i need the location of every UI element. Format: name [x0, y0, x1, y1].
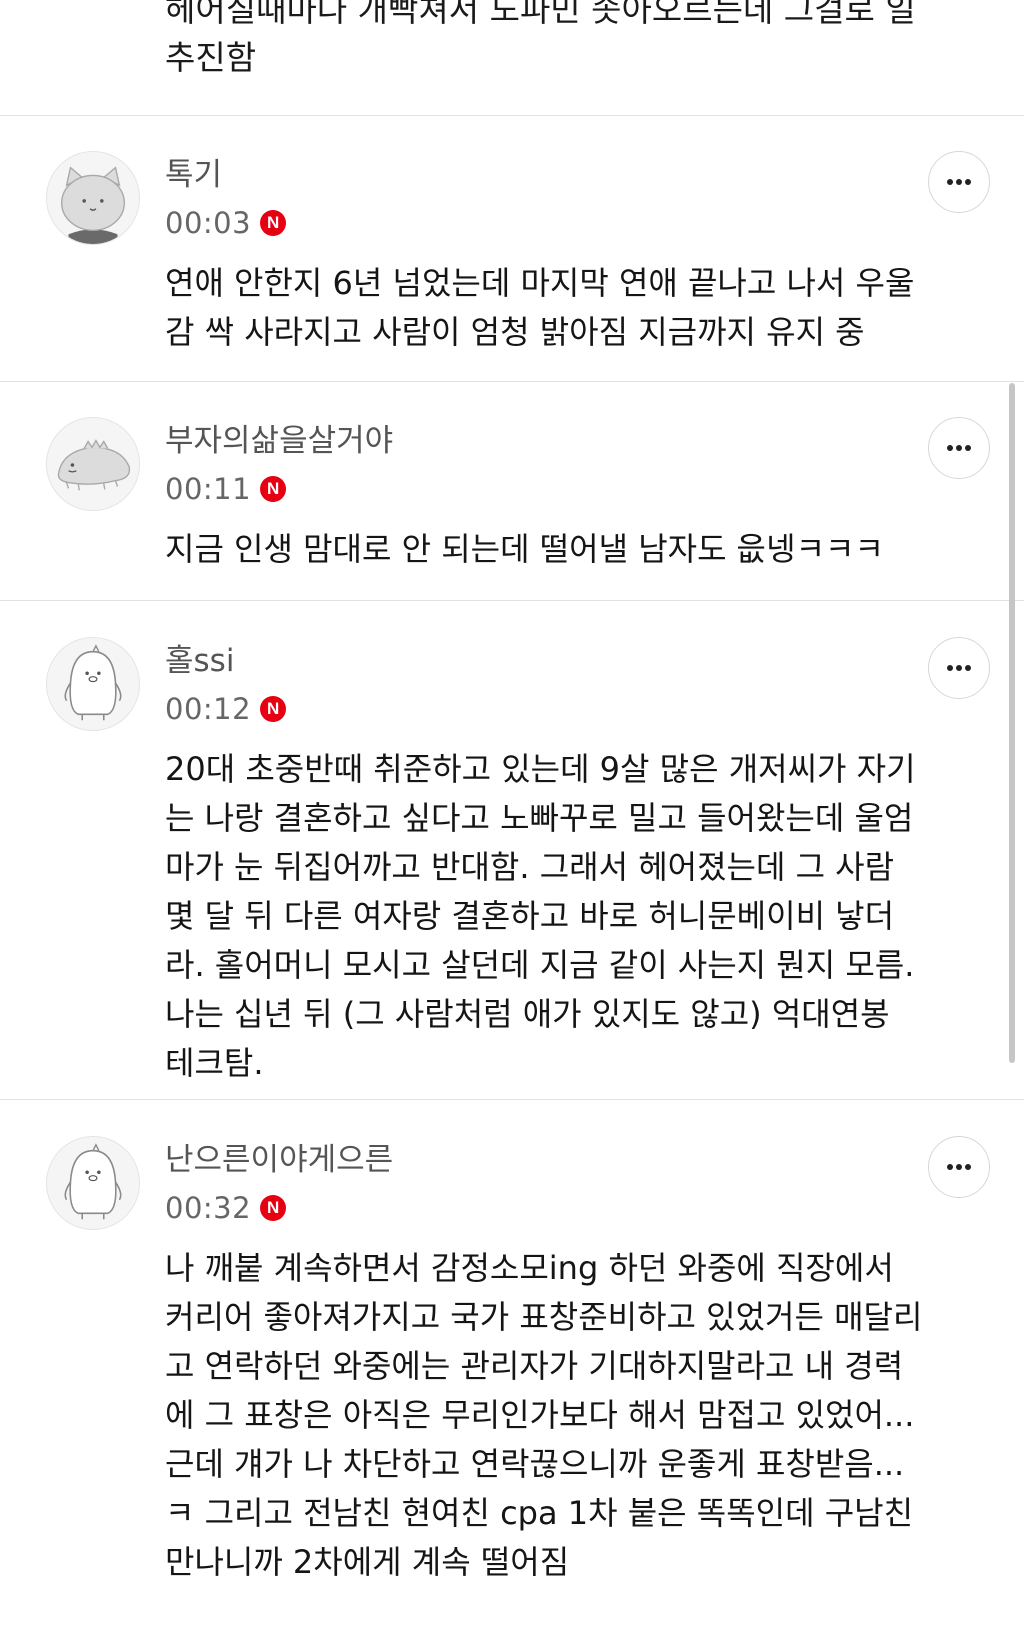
comment-divider — [0, 600, 1024, 601]
new-badge: N — [260, 210, 287, 236]
comment-divider — [0, 115, 1024, 116]
comment-time: 00:03 — [165, 206, 252, 240]
lizard-avatar-icon[interactable] — [46, 417, 140, 511]
comment-meta: 00:32 N — [165, 1188, 287, 1228]
more-options-button[interactable] — [928, 637, 990, 699]
more-options-button[interactable] — [928, 417, 990, 479]
comment-nickname[interactable]: 부자의삶을살거야 — [165, 421, 393, 461]
comment-meta: 00:03 N — [165, 203, 287, 243]
scrollbar[interactable] — [1009, 383, 1015, 1063]
previous-comment-text: 헤어질때마다 개빡쳐서 도파민 솟아오르는데 그걸로 일 추진함 — [165, 0, 916, 77]
comment-time: 00:12 — [165, 692, 252, 726]
more-dots-icon — [947, 1164, 971, 1170]
penguin-avatar-icon[interactable] — [46, 637, 140, 731]
more-options-button[interactable] — [928, 1136, 990, 1198]
more-options-button[interactable] — [928, 151, 990, 213]
comment-divider — [0, 381, 1024, 382]
comment-nickname[interactable]: 난으른이야게으른 — [165, 1140, 393, 1180]
comment-time: 00:11 — [165, 472, 252, 506]
cat-avatar-icon[interactable] — [46, 151, 140, 245]
comment-text: 20대 초중반때 취준하고 있는데 9살 많은 개저씨가 자기 는 나랑 결혼하… — [165, 750, 916, 1082]
comment-meta: 00:11 N — [165, 469, 287, 509]
more-dots-icon — [947, 445, 971, 451]
more-dots-icon — [947, 179, 971, 185]
new-badge: N — [260, 696, 287, 722]
comment-nickname[interactable]: 홀ssi — [165, 641, 234, 681]
new-badge: N — [260, 1195, 287, 1221]
comment-text: 나 깨붙 계속하면서 감정소모ing 하던 와중에 직장에서 커리어 좋아져가지… — [165, 1249, 923, 1581]
more-dots-icon — [947, 665, 971, 671]
comment-meta: 00:12 N — [165, 689, 287, 729]
comment-time: 00:32 — [165, 1191, 252, 1225]
comment-text: 지금 인생 맘대로 안 되는데 떨어낼 남자도 읎넹ㅋㅋㅋ — [165, 530, 884, 568]
comment-divider — [0, 1099, 1024, 1100]
comment-text: 연애 안한지 6년 넘었는데 마지막 연애 끝나고 나서 우울 감 싹 사라지고… — [165, 264, 915, 351]
comment-nickname[interactable]: 톡기 — [165, 155, 222, 195]
new-badge: N — [260, 476, 287, 502]
penguin-avatar-icon[interactable] — [46, 1136, 140, 1230]
